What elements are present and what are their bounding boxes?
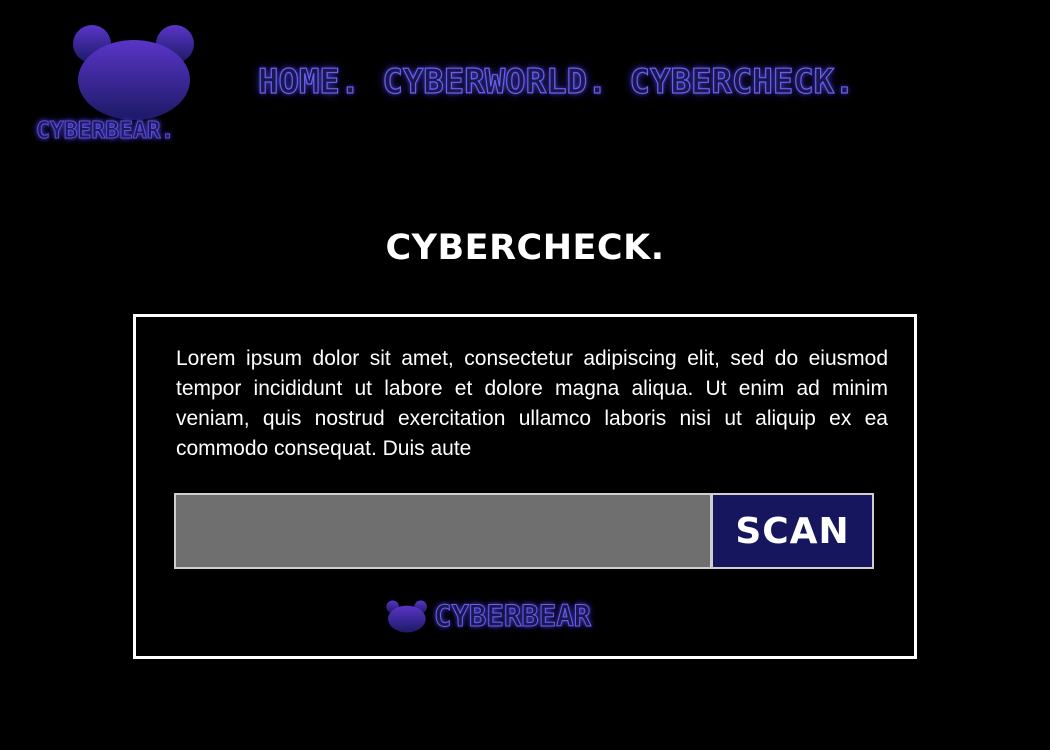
bear-head-icon (386, 600, 427, 633)
description-text: Lorem ipsum dolor sit amet, consectetur … (176, 347, 888, 460)
nav-item-cybercheck[interactable]: CYBERCHECK. (629, 61, 855, 102)
card-brand: CYBERBEAR (386, 598, 592, 634)
scan-form: SCAN (174, 493, 878, 569)
logo-home-link[interactable]: CYBERBEAR. (34, 22, 234, 152)
bear-head-icon (73, 25, 194, 120)
nav-item-home[interactable]: HOME. (257, 61, 361, 102)
scan-input[interactable] (174, 493, 711, 569)
page-title: CYBERCHECK. (385, 228, 665, 269)
scan-button[interactable]: SCAN (711, 493, 874, 569)
page: CYBERBEAR. HOME. CYBERWORLD. CYBERCHECK.… (0, 0, 1050, 750)
main-nav: HOME. CYBERWORLD. CYBERCHECK. (257, 61, 855, 102)
brand-wordmark: CYBERBEAR (433, 599, 592, 634)
nav-item-cyberworld[interactable]: CYBERWORLD. (382, 61, 608, 102)
scan-card: Lorem ipsum dolor sit amet, consectetur … (133, 314, 917, 659)
logo-text: CYBERBEAR. (35, 118, 175, 145)
